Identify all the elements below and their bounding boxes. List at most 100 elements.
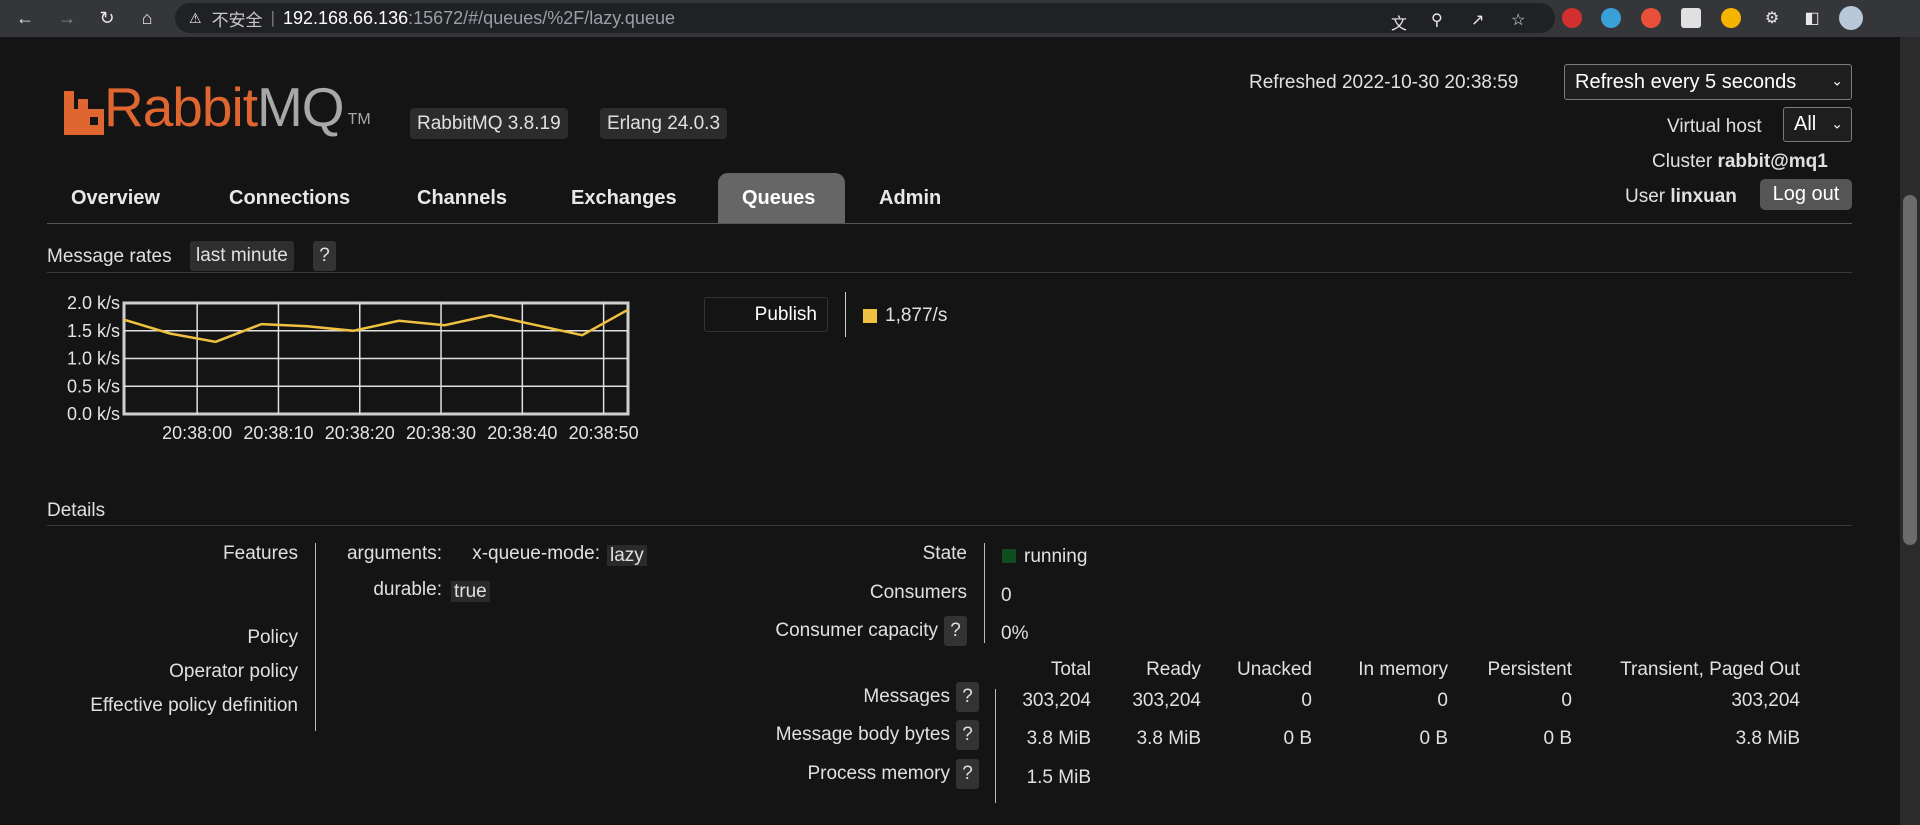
publish-color-swatch bbox=[863, 309, 877, 323]
col-header-ready: Ready bbox=[1146, 659, 1201, 680]
tab-queues[interactable]: Queues bbox=[718, 173, 845, 223]
url-path: :15672/#/queues/%2F/lazy.queue bbox=[408, 7, 675, 28]
durable-label: durable: bbox=[373, 579, 442, 600]
address-bar[interactable]: ⚠ 不安全 | 192.168.66.136:15672/#/queues/%2… bbox=[175, 3, 1555, 33]
x-tick-label: 20:38:00 bbox=[162, 423, 232, 443]
tab-channels[interactable]: Channels bbox=[393, 173, 531, 223]
messages-unacked: 0 bbox=[1301, 690, 1312, 711]
extension-icon-2[interactable] bbox=[1601, 8, 1621, 28]
extension-icon-4[interactable] bbox=[1681, 8, 1701, 28]
refresh-interval-select[interactable]: Refresh every 5 seconds ⌄ bbox=[1564, 64, 1852, 100]
share-icon[interactable]: ↗ bbox=[1471, 10, 1484, 30]
cluster-info: Cluster rabbit@mq1 bbox=[1652, 151, 1828, 173]
y-tick-label: 1.0 k/s bbox=[67, 349, 120, 369]
col-header-total: Total bbox=[1050, 659, 1091, 680]
message-rates-title[interactable]: Message rates bbox=[47, 246, 172, 268]
message-rates-chart: 0.0 k/s 0.5 k/s 1.0 k/s 1.5 k/s 2.0 k/s 20:38… bbox=[67, 293, 639, 443]
state-label: State bbox=[922, 543, 967, 564]
logo-text-mq: MQ bbox=[256, 76, 345, 138]
details-left-divider bbox=[315, 543, 316, 731]
scrollbar-thumb[interactable] bbox=[1903, 195, 1917, 545]
consumers-value: 0 bbox=[1001, 585, 1012, 606]
body-bytes-in-memory: 0 B bbox=[1419, 728, 1448, 749]
body-bytes-row-label: Message body bytes bbox=[775, 724, 950, 745]
extensions-puzzle-icon[interactable]: ⚙ bbox=[1757, 3, 1787, 33]
body-bytes-total: 3.8 MiB bbox=[1026, 728, 1091, 749]
messages-in-memory: 0 bbox=[1437, 690, 1448, 711]
message-rates-help-button[interactable]: ? bbox=[313, 241, 336, 271]
effective-policy-label: Effective policy definition bbox=[90, 695, 298, 716]
messages-help-button[interactable]: ? bbox=[956, 682, 979, 712]
consumer-capacity-help-button[interactable]: ? bbox=[944, 616, 967, 646]
y-tick-label: 0.0 k/s bbox=[67, 404, 120, 424]
tab-exchanges[interactable]: Exchanges bbox=[547, 173, 701, 223]
sidepanel-icon[interactable]: ◧ bbox=[1797, 3, 1827, 33]
address-separator: | bbox=[270, 8, 275, 27]
back-icon[interactable]: ← bbox=[10, 3, 40, 33]
main-nav-tabs: Overview Connections Channels Exchanges … bbox=[47, 173, 1852, 224]
section-divider bbox=[47, 525, 1852, 526]
consumers-label: Consumers bbox=[869, 582, 967, 603]
state-indicator bbox=[1002, 549, 1016, 563]
body-bytes-help-button[interactable]: ? bbox=[956, 720, 979, 750]
state-value: running bbox=[1024, 546, 1088, 567]
features-label: Features bbox=[223, 543, 298, 564]
body-bytes-ready: 3.8 MiB bbox=[1136, 728, 1201, 749]
body-bytes-persistent: 0 B bbox=[1543, 728, 1572, 749]
security-label: 不安全 bbox=[211, 10, 263, 30]
virtual-host-label: Virtual host bbox=[1667, 116, 1762, 137]
logo-text-rabbit: Rabbit bbox=[104, 76, 258, 138]
tab-admin[interactable]: Admin bbox=[855, 173, 965, 223]
consumer-capacity-value: 0% bbox=[1001, 623, 1029, 644]
messages-row-label: Messages bbox=[863, 686, 950, 707]
messages-total: 303,204 bbox=[1022, 690, 1091, 711]
browser-toolbar: ← → ↻ ⌂ ⚠ 不安全 | 192.168.66.136:15672/#/q… bbox=[0, 0, 1920, 37]
reload-icon[interactable]: ↻ bbox=[92, 3, 122, 33]
virtual-host-select[interactable]: All ⌄ bbox=[1783, 107, 1852, 142]
details-title[interactable]: Details bbox=[47, 500, 105, 522]
durable-value: true bbox=[451, 581, 490, 603]
rabbitmq-version: RabbitMQ 3.8.19 bbox=[410, 108, 568, 139]
forward-icon[interactable]: → bbox=[52, 3, 82, 33]
y-tick-label: 0.5 k/s bbox=[67, 376, 120, 396]
translate-icon[interactable]: 文 bbox=[1391, 10, 1407, 34]
extension-icon-3[interactable] bbox=[1641, 8, 1661, 28]
publish-series-line bbox=[123, 308, 629, 344]
cluster-label: Cluster bbox=[1652, 151, 1713, 172]
extension-icon-5[interactable] bbox=[1721, 8, 1741, 28]
home-icon[interactable]: ⌂ bbox=[132, 3, 162, 33]
arguments-label: arguments: bbox=[346, 543, 442, 564]
rate-range-selector[interactable]: last minute bbox=[190, 241, 294, 271]
messages-ready: 303,204 bbox=[1132, 690, 1201, 711]
details-mid-divider bbox=[984, 543, 985, 643]
section-divider bbox=[47, 272, 1852, 273]
virtual-host-value: All bbox=[1794, 113, 1817, 135]
zoom-icon[interactable]: ⚲ bbox=[1431, 10, 1443, 30]
refresh-interval-value: Refresh every 5 seconds bbox=[1575, 70, 1797, 93]
chevron-down-icon: ⌄ bbox=[1831, 115, 1843, 132]
tab-overview[interactable]: Overview bbox=[47, 173, 184, 223]
messages-persistent: 0 bbox=[1561, 690, 1572, 711]
tab-connections[interactable]: Connections bbox=[205, 173, 374, 223]
adblock-extension-icon[interactable] bbox=[1562, 8, 1582, 28]
col-header-persistent: Persistent bbox=[1487, 659, 1572, 680]
col-header-in-memory: In memory bbox=[1358, 659, 1448, 680]
warning-icon: ⚠ bbox=[189, 9, 202, 26]
cluster-name: rabbit@mq1 bbox=[1717, 151, 1828, 172]
y-tick-label: 2.0 k/s bbox=[67, 293, 120, 313]
process-memory-help-button[interactable]: ? bbox=[956, 759, 979, 789]
publish-legend-item[interactable]: Publish bbox=[704, 297, 828, 332]
profile-avatar[interactable] bbox=[1839, 6, 1863, 30]
body-bytes-transient-paged-out: 3.8 MiB bbox=[1735, 728, 1800, 749]
durable-value-text: true bbox=[451, 581, 490, 602]
messages-transient-paged-out: 303,204 bbox=[1731, 690, 1800, 711]
legend-divider bbox=[845, 292, 846, 337]
bookmark-star-icon[interactable]: ☆ bbox=[1511, 10, 1525, 30]
process-memory-total: 1.5 MiB bbox=[1026, 767, 1091, 788]
y-tick-label: 1.5 k/s bbox=[67, 321, 120, 341]
chevron-down-icon: ⌄ bbox=[1831, 72, 1843, 89]
operator-policy-label: Operator policy bbox=[169, 661, 298, 682]
refreshed-timestamp: Refreshed 2022-10-30 20:38:59 bbox=[1249, 72, 1519, 93]
rabbitmq-logo[interactable]: Rabbit MQ TM bbox=[64, 80, 371, 135]
col-header-transient-paged-out: Transient, Paged Out bbox=[1620, 659, 1800, 680]
